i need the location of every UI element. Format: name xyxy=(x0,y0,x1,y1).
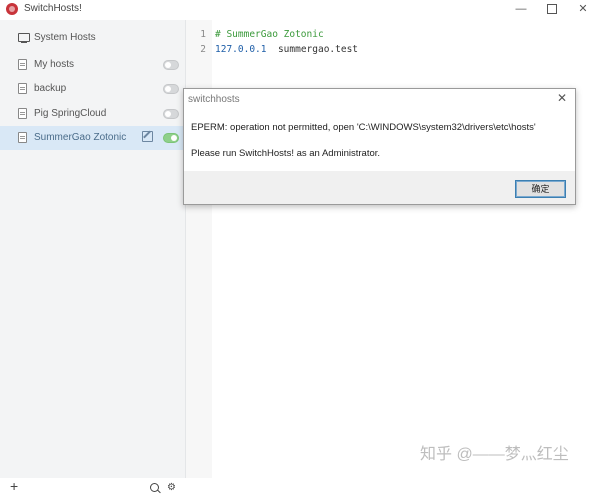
monitor-icon xyxy=(18,33,30,43)
toggle-knob xyxy=(171,135,177,141)
sidebar-item-pig-springcloud[interactable]: Pig SpringCloud xyxy=(0,102,185,126)
sidebar-item-label: System Hosts xyxy=(34,32,96,43)
search-icon[interactable] xyxy=(150,483,159,492)
maximize-button[interactable] xyxy=(537,0,567,18)
file-icon xyxy=(18,108,27,119)
window-title: SwitchHosts! xyxy=(24,3,82,14)
dialog-close-button[interactable]: ✕ xyxy=(557,91,567,105)
sidebar-item-label: My hosts xyxy=(34,59,75,70)
editor-line: 1 # SummerGao Zotonic xyxy=(186,29,600,43)
code-comment: # SummerGao Zotonic xyxy=(215,29,324,40)
error-message: EPERM: operation not permitted, open 'C:… xyxy=(191,122,536,133)
toggle-knob xyxy=(165,111,171,117)
add-hosts-button[interactable]: + xyxy=(10,478,18,494)
watermark: 知乎 @——梦灬红尘 xyxy=(420,446,569,463)
error-dialog: switchhosts ✕ EPERM: operation not permi… xyxy=(183,88,576,205)
sidebar-item-my-hosts[interactable]: My hosts xyxy=(0,53,185,77)
code-ip: 127.0.0.1 xyxy=(215,44,267,55)
code-hosts-entry: 127.0.0.1 summergao.test xyxy=(215,44,358,55)
sidebar-item-label: Pig SpringCloud xyxy=(34,108,107,119)
dialog-title: switchhosts xyxy=(188,94,240,105)
app-logo-icon xyxy=(6,3,18,15)
file-icon xyxy=(18,83,27,94)
ok-button[interactable]: 确定 xyxy=(515,180,566,198)
settings-icon[interactable]: ⚙ xyxy=(167,482,176,493)
toggle-knob xyxy=(165,86,171,92)
toggle-knob xyxy=(165,62,171,68)
editor-line: 2 127.0.0.1 summergao.test xyxy=(186,44,600,58)
dialog-title-bar: switchhosts ✕ xyxy=(184,89,575,109)
toggle-switch[interactable] xyxy=(163,133,179,143)
sidebar-item-summergao-zotonic[interactable]: SummerGao Zotonic xyxy=(0,126,185,150)
code-hostname: summergao.test xyxy=(277,44,359,55)
close-window-button[interactable]: ✕ xyxy=(568,0,598,18)
minimize-button[interactable]: — xyxy=(506,0,536,18)
line-number: 1 xyxy=(200,29,206,40)
sidebar-item-label: SummerGao Zotonic xyxy=(34,132,127,143)
toggle-switch[interactable] xyxy=(163,109,179,119)
sidebar: System Hosts My hosts backup Pig SpringC… xyxy=(0,20,186,494)
toggle-switch[interactable] xyxy=(163,84,179,94)
edit-icon[interactable] xyxy=(142,131,153,142)
file-icon xyxy=(18,59,27,70)
sidebar-item-label: backup xyxy=(34,83,67,94)
toggle-switch[interactable] xyxy=(163,60,179,70)
admin-hint-message: Please run SwitchHosts! as an Administra… xyxy=(191,148,381,159)
file-icon xyxy=(18,132,27,143)
sidebar-footer: + ⚙ xyxy=(0,478,185,498)
dialog-body: EPERM: operation not permitted, open 'C:… xyxy=(184,109,575,171)
sidebar-item-backup[interactable]: backup xyxy=(0,77,185,101)
line-number: 2 xyxy=(200,44,206,55)
sidebar-item-system-hosts[interactable]: System Hosts xyxy=(0,26,185,50)
title-bar: SwitchHosts! — ✕ xyxy=(0,0,600,18)
maximize-icon xyxy=(547,4,557,15)
